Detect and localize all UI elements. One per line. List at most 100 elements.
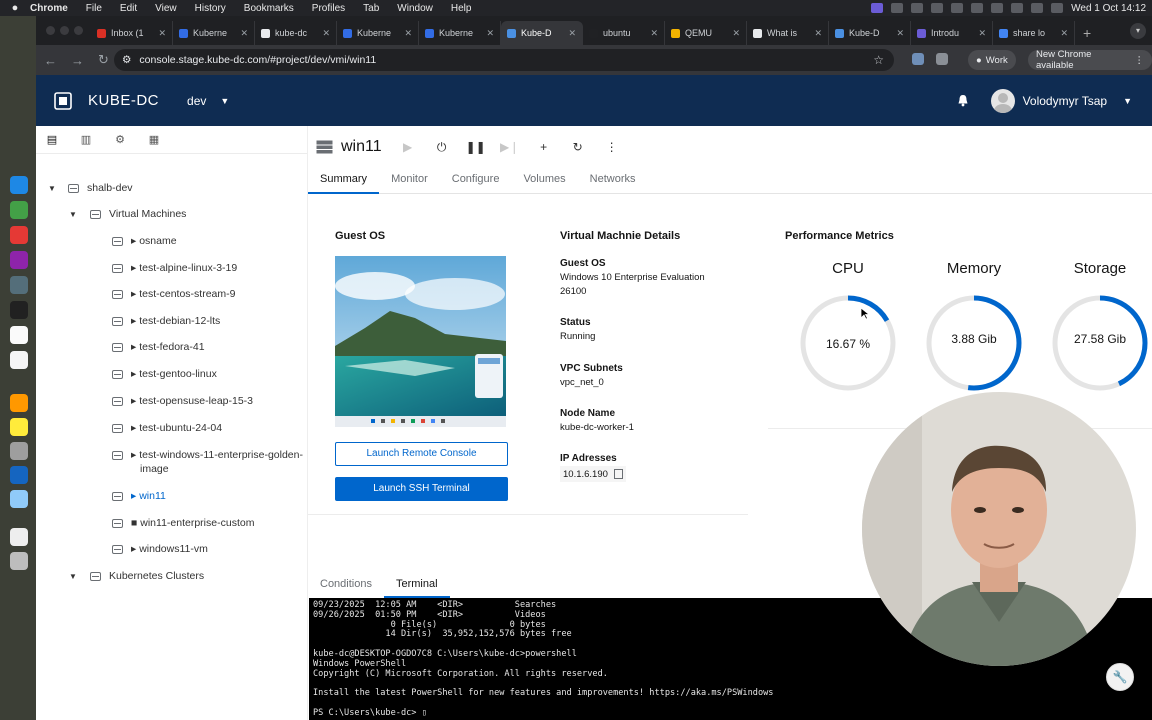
status-icon[interactable]: [891, 3, 904, 13]
tree-item-virtual-machines[interactable]: ▼ Virtual Machines: [36, 207, 306, 227]
tree-item-vm[interactable]: ▸ test-alpine-linux-3-19: [36, 261, 306, 281]
step-button[interactable]: ▶❘: [500, 139, 519, 155]
menu-window[interactable]: Window: [397, 3, 433, 14]
calendar-icon[interactable]: [10, 351, 28, 369]
site-info-icon[interactable]: ⚙: [122, 54, 131, 66]
browser-tab[interactable]: Kuberne ✕: [337, 21, 419, 45]
update-chrome-button[interactable]: New Chrome available ⋮: [1028, 49, 1152, 71]
tree-item-project[interactable]: ▼ shalb-dev: [36, 181, 306, 201]
tree-item-vm[interactable]: ▸ test-gentoo-linux: [36, 367, 306, 387]
expand-chevron-icon[interactable]: ▼: [69, 210, 77, 219]
menu-edit[interactable]: Edit: [120, 3, 137, 14]
project-selector[interactable]: dev ▼: [187, 94, 229, 108]
close-tab-icon[interactable]: ✕: [814, 28, 822, 39]
app-icon[interactable]: [10, 201, 28, 219]
more-options-button[interactable]: ⋮: [604, 139, 620, 155]
close-window-button[interactable]: [46, 26, 55, 35]
browser-tab[interactable]: Kuberne ✕: [173, 21, 255, 45]
finder-icon[interactable]: [10, 176, 28, 194]
menu-view[interactable]: View: [155, 3, 177, 14]
sublime-icon[interactable]: [10, 394, 28, 412]
database-view-icon[interactable]: ▦: [148, 134, 160, 146]
tree-item-vm[interactable]: ▸ test-debian-12-lts: [36, 314, 306, 334]
chatgpt-icon[interactable]: [951, 3, 964, 13]
menu-profiles[interactable]: Profiles: [312, 3, 345, 14]
vm-view-icon[interactable]: ▤: [46, 134, 58, 146]
menu-tab[interactable]: Tab: [363, 3, 379, 14]
browser-tab[interactable]: Kube-D ✕: [829, 21, 911, 45]
screen-share-icon[interactable]: [871, 3, 884, 13]
close-tab-icon[interactable]: ✕: [1060, 28, 1068, 39]
tree-item-vm[interactable]: ▸ test-fedora-41: [36, 340, 306, 360]
browser-tab[interactable]: QEMU ✕: [665, 21, 747, 45]
extension-icon[interactable]: [912, 53, 924, 65]
copy-icon[interactable]: [613, 469, 623, 479]
bell-icon[interactable]: [957, 94, 969, 107]
browser-tab[interactable]: Kuberne ✕: [419, 21, 501, 45]
browser-tab[interactable]: Introdu ✕: [911, 21, 993, 45]
forward-icon[interactable]: →: [71, 53, 84, 68]
zoom-window-button[interactable]: [74, 26, 83, 35]
add-button[interactable]: +: [536, 139, 552, 155]
refresh-button[interactable]: ↻: [570, 139, 586, 155]
profile-button[interactable]: ● Work: [968, 50, 1016, 70]
close-tab-icon[interactable]: ✕: [568, 28, 576, 39]
tab-volumes[interactable]: Volumes: [511, 166, 577, 194]
tree-item-vm[interactable]: ▸ test-ubuntu-24-04: [36, 421, 306, 441]
expand-chevron-icon[interactable]: ▼: [48, 184, 56, 193]
bookmark-star-icon[interactable]: ☆: [873, 53, 884, 67]
tab-terminal[interactable]: Terminal: [383, 572, 450, 598]
tree-item-vm[interactable]: ▸ windows11-vm: [36, 542, 306, 562]
apple-icon[interactable]: ●: [0, 2, 30, 14]
trash-icon[interactable]: [10, 552, 28, 570]
bluetooth-icon[interactable]: [971, 3, 984, 13]
tree-item-vm[interactable]: ▸ test-opensuse-leap-15-3: [36, 394, 306, 414]
back-icon[interactable]: ←: [44, 53, 57, 68]
close-tab-icon[interactable]: ✕: [650, 28, 658, 39]
menu-file[interactable]: File: [86, 3, 102, 14]
warp-icon[interactable]: [10, 326, 28, 344]
address-bar[interactable]: ⚙ console.stage.kube-dc.com/#project/dev…: [114, 49, 894, 71]
start-button[interactable]: ▶: [400, 139, 416, 155]
browser-tab[interactable]: Inbox (1 ✕: [91, 21, 173, 45]
tree-item-vm[interactable]: ▸ win11: [36, 489, 306, 509]
guest-os-screenshot[interactable]: [335, 256, 506, 427]
tree-item-vm[interactable]: ▸ test-centos-stream-9: [36, 287, 306, 307]
preview-icon[interactable]: [10, 490, 28, 508]
new-tab-button[interactable]: +: [1075, 21, 1099, 45]
chatgpt-dock-icon[interactable]: [10, 442, 28, 460]
tab-conditions[interactable]: Conditions: [308, 572, 384, 598]
browser-tab[interactable]: What is ✕: [747, 21, 829, 45]
close-tab-icon[interactable]: ✕: [896, 28, 904, 39]
wifi-icon[interactable]: [991, 3, 1004, 13]
launch-remote-console-button[interactable]: Launch Remote Console: [335, 442, 508, 466]
menu-help[interactable]: Help: [451, 3, 472, 14]
tab-search-icon[interactable]: ▾: [1130, 23, 1146, 39]
pause-button[interactable]: ❚❚: [466, 139, 486, 155]
close-tab-icon[interactable]: ✕: [240, 28, 248, 39]
notes-icon[interactable]: [10, 418, 28, 436]
launch-ssh-terminal-button[interactable]: Launch SSH Terminal: [335, 477, 508, 501]
menu-app[interactable]: Chrome: [30, 3, 68, 14]
menu-history[interactable]: History: [195, 3, 226, 14]
input-source-icon[interactable]: [1011, 3, 1024, 13]
browser-tab[interactable]: ubuntu ✕: [583, 21, 665, 45]
extensions-icon[interactable]: [936, 53, 948, 65]
spotlight-icon[interactable]: [1031, 3, 1044, 13]
browser-tab[interactable]: kube-dc ✕: [255, 21, 337, 45]
close-tab-icon[interactable]: ✕: [486, 28, 494, 39]
tab-configure[interactable]: Configure: [440, 166, 512, 194]
network-view-icon[interactable]: ⚙: [114, 134, 126, 146]
expand-chevron-icon[interactable]: ▼: [69, 572, 77, 581]
browser-tab[interactable]: share lo ✕: [993, 21, 1075, 45]
tab-summary[interactable]: Summary: [308, 166, 380, 194]
user-menu[interactable]: Volodymyr Tsap ▼: [990, 88, 1132, 113]
tree-item-vm[interactable]: ▸ test-windows-11-enterprise-golden-imag…: [36, 448, 306, 480]
tree-item-kubernetes-clusters[interactable]: ▼ Kubernetes Clusters: [36, 569, 306, 589]
slack-icon[interactable]: [10, 251, 28, 269]
wrench-icon[interactable]: 🔧: [1106, 663, 1134, 691]
reload-icon[interactable]: ↻: [98, 52, 109, 68]
webcam-overlay[interactable]: [862, 392, 1136, 666]
close-tab-icon[interactable]: ✕: [158, 28, 166, 39]
close-tab-icon[interactable]: ✕: [978, 28, 986, 39]
